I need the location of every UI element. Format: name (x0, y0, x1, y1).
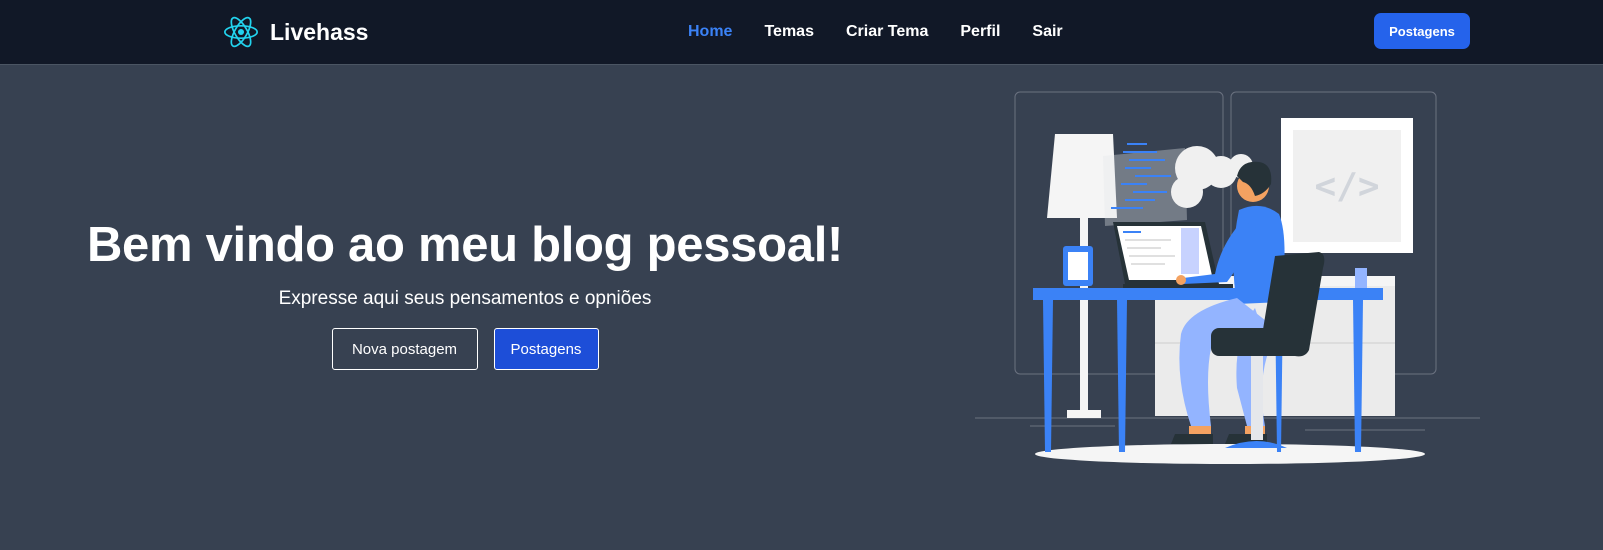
new-post-button[interactable]: Nova postagem (331, 328, 478, 370)
hero-section: Bem vindo ao meu blog pessoal! Expresse … (70, 215, 860, 370)
nav-postagens-button[interactable]: Postagens (1374, 13, 1470, 49)
nav-link-perfil[interactable]: Perfil (960, 21, 1000, 43)
nav-link-criar-tema[interactable]: Criar Tema (846, 21, 928, 43)
brand-logo-link[interactable]: Livehass (222, 13, 368, 51)
nav-link-temas[interactable]: Temas (764, 21, 814, 43)
hero-subtitle: Expresse aqui seus pensamentos e opniões (278, 288, 652, 309)
desk-top (1033, 288, 1383, 300)
react-atom-icon (223, 16, 259, 48)
main-nav: Home Temas Criar Tema Perfil Sair (688, 21, 1095, 43)
hero-actions: Nova postagem Postagens (70, 328, 860, 370)
top-navbar: Livehass Home Temas Criar Tema Perfil Sa… (0, 0, 1603, 65)
posts-button[interactable]: Postagens (493, 328, 599, 370)
developer-at-desk-illustration: </> (975, 91, 1480, 464)
nav-link-home[interactable]: Home (688, 21, 732, 43)
hero-title: Bem vindo ao meu blog pessoal! (86, 218, 844, 272)
brand-name: Livehass (270, 18, 369, 45)
code-symbol-text: </> (1314, 166, 1379, 207)
nav-link-sair[interactable]: Sair (1032, 21, 1062, 43)
